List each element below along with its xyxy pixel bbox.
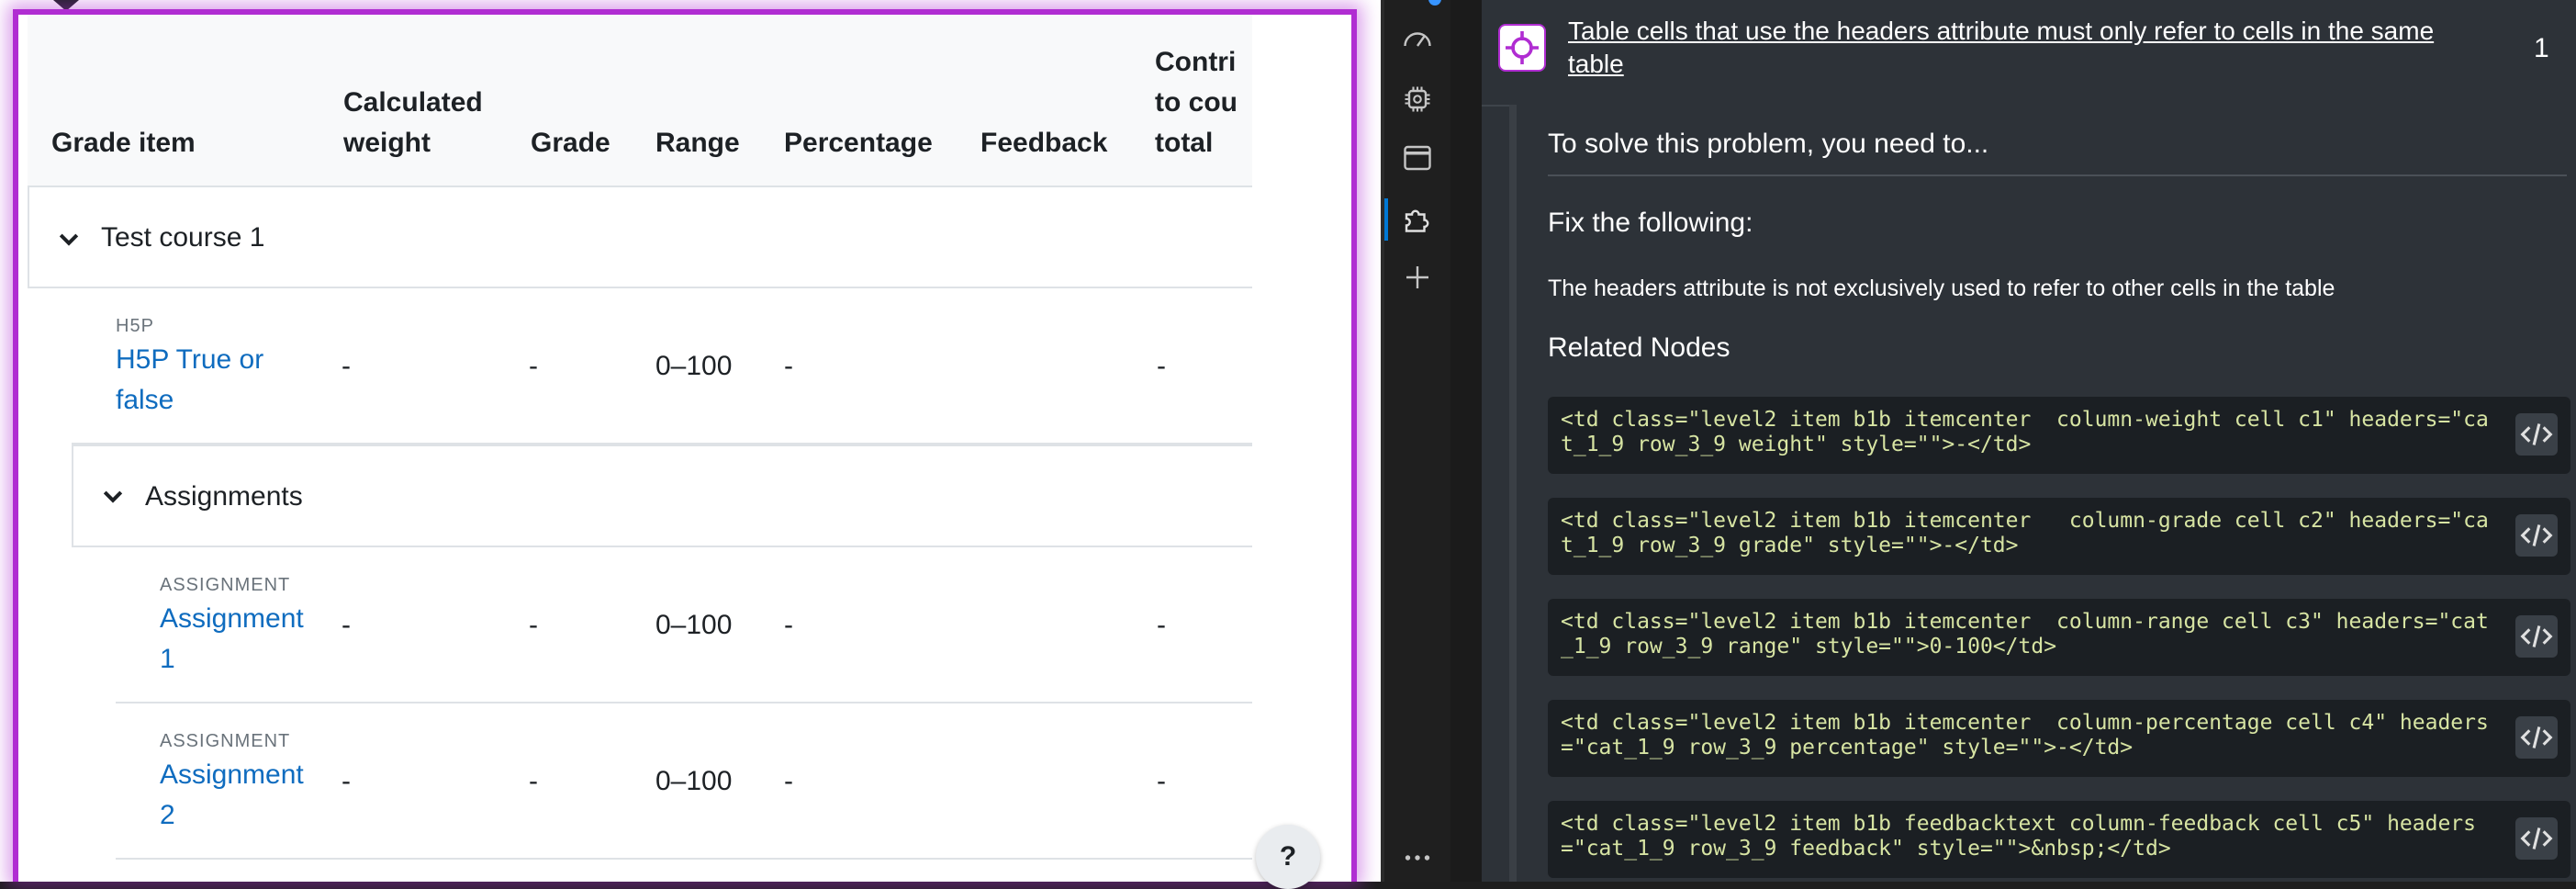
reveal-code-button[interactable] [2515, 413, 2558, 456]
application-icon[interactable] [1401, 141, 1434, 174]
related-node[interactable]: <td class="level2 item b1b itemcenter co… [1548, 700, 2570, 777]
help-button[interactable]: ? [1256, 825, 1320, 889]
crosshair-icon[interactable] [1498, 24, 1546, 72]
reveal-code-button[interactable] [2515, 817, 2558, 860]
add-icon[interactable] [1401, 261, 1434, 294]
issue-details: To solve this problem, you need to... Fi… [1509, 105, 2576, 882]
related-nodes-heading: Related Nodes [1548, 332, 1730, 363]
memory-icon[interactable] [1401, 83, 1434, 116]
related-node[interactable]: <td class="level2 item b1b itemcenter co… [1548, 498, 2570, 575]
reveal-code-button[interactable] [2515, 716, 2558, 759]
code-icon [2520, 625, 2553, 647]
solve-heading: To solve this problem, you need to... [1548, 129, 1989, 159]
node-code: <td class="level2 item b1b itemcenter co… [1561, 509, 2489, 557]
code-icon [2520, 827, 2553, 850]
notification-dot [1428, 0, 1441, 6]
fix-heading: Fix the following: [1548, 208, 1753, 238]
issue-count: 1 [2534, 33, 2549, 63]
extension-icon[interactable] [1401, 202, 1434, 235]
reveal-code-button[interactable] [2515, 514, 2558, 557]
issue-title-link[interactable]: Table cells that use the headers attribu… [1568, 15, 2486, 81]
web-page: Grade item Calculated weight Grade Range… [0, 0, 1381, 889]
code-icon [2520, 726, 2553, 748]
node-code: <td class="level2 item b1b itemcenter co… [1561, 408, 2489, 456]
issue-header[interactable]: Table cells that use the headers attribu… [1482, 0, 2576, 107]
active-indicator [1384, 198, 1388, 241]
devtools-activity-bar [1384, 0, 1452, 882]
code-icon [2520, 524, 2553, 546]
code-icon [2520, 423, 2553, 445]
node-code: <td class="level2 item b1b feedbacktext … [1561, 812, 2476, 861]
related-node[interactable]: <td class="level2 item b1b itemcenter co… [1548, 599, 2570, 676]
performance-icon[interactable] [1401, 24, 1434, 57]
related-node[interactable]: <td class="level2 item b1b itemcenter co… [1548, 397, 2570, 474]
related-node[interactable]: <td class="level2 item b1b feedbacktext … [1548, 801, 2570, 878]
accessibility-issue-panel: Table cells that use the headers attribu… [1482, 0, 2576, 882]
element-highlight-overlay [13, 9, 1357, 882]
reveal-code-button[interactable] [2515, 615, 2558, 658]
more-icon[interactable] [1401, 841, 1434, 874]
node-code: <td class="level2 item b1b itemcenter co… [1561, 711, 2489, 760]
fix-detail: The headers attribute is not exclusively… [1548, 276, 2335, 301]
panel-gap [1450, 0, 1482, 882]
node-code: <td class="level2 item b1b itemcenter co… [1561, 610, 2489, 658]
divider [1548, 174, 2567, 176]
